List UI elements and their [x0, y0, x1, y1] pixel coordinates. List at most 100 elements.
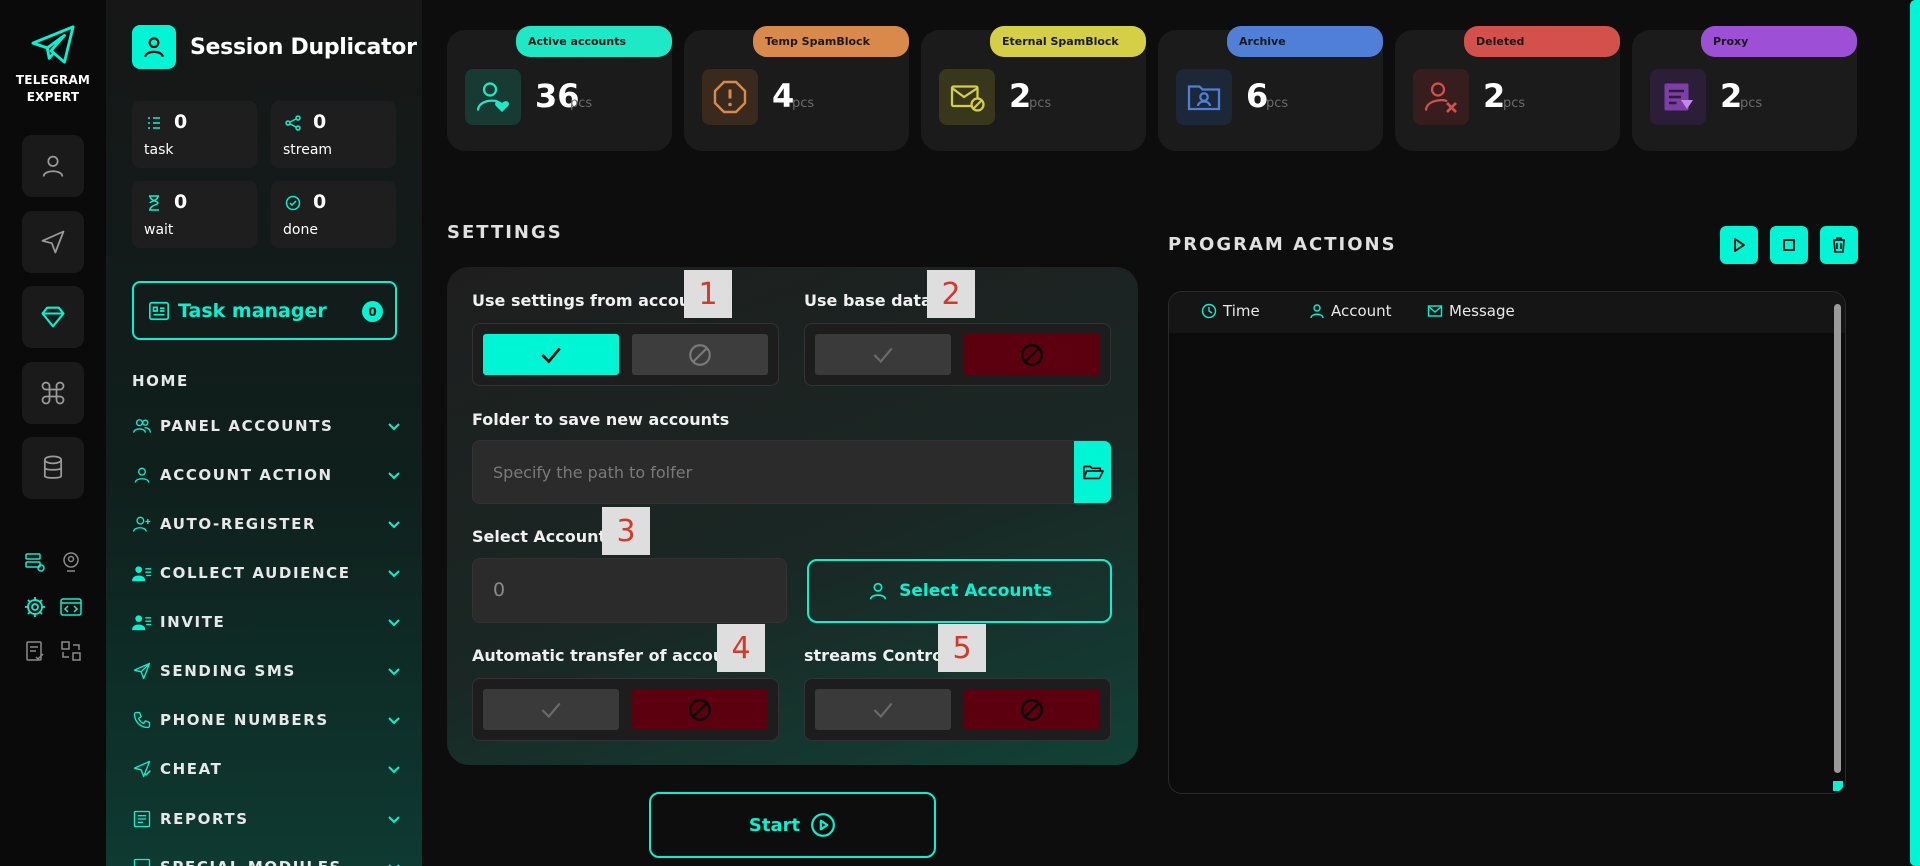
stat-card-active[interactable]: Active accounts 36 pcs — [447, 26, 672, 151]
rail-item-accounts[interactable] — [22, 135, 84, 197]
streams-control-no-button[interactable] — [964, 689, 1100, 730]
module-icon — [133, 858, 151, 866]
hourglass-icon — [149, 195, 159, 211]
nav-item-sending-sms[interactable]: SENDING SMS — [132, 656, 402, 686]
card-icon-wrap — [1413, 69, 1469, 125]
send-icon — [41, 230, 65, 254]
nav-item-panel-accounts[interactable]: PANEL ACCOUNTS — [132, 411, 402, 441]
column-message[interactable]: Message — [1427, 302, 1515, 320]
card-value: 6 — [1246, 77, 1269, 115]
folder-open-icon — [1082, 465, 1104, 480]
card-value: 2 — [1720, 77, 1743, 115]
nav-item-phone-numbers[interactable]: PHONE NUMBERS — [132, 705, 402, 735]
streams-control-toggle — [804, 678, 1111, 741]
rail-item-command[interactable] — [22, 362, 84, 424]
use-settings-yes-button[interactable] — [483, 334, 619, 375]
auto-transfer-no-button[interactable] — [632, 689, 768, 730]
card-label: Proxy — [1701, 26, 1857, 57]
user-list-icon — [132, 615, 152, 631]
nav-home[interactable]: HOME — [132, 372, 189, 390]
auto-transfer-label: Automatic transfer of accounts — [472, 646, 753, 665]
stat-label: task — [144, 142, 174, 158]
stop-button[interactable] — [1770, 226, 1808, 264]
streams-control-label: streams Control — [804, 646, 949, 665]
task-manager-count: 0 — [362, 301, 383, 322]
start-button[interactable]: Start — [649, 792, 936, 858]
nav-label: INVITE — [160, 613, 226, 631]
stat-card-eternal-spamblock[interactable]: Eternal SpamBlock 2 pcs — [921, 26, 1146, 151]
rail-item-database[interactable] — [22, 437, 84, 499]
warning-octagon-icon — [713, 80, 747, 114]
clear-log-button[interactable] — [1820, 226, 1858, 264]
use-settings-no-button[interactable] — [632, 334, 768, 375]
annotation-marker-3: 3 — [602, 507, 650, 555]
rail-mini-user-pin[interactable] — [58, 549, 84, 575]
block-icon — [1021, 698, 1043, 721]
database-icon — [43, 455, 63, 479]
rail-item-diamond[interactable] — [22, 286, 84, 348]
stat-task: 0 task — [132, 101, 257, 168]
nav-label: SPECIAL MODULES — [160, 858, 342, 866]
card-label: Eternal SpamBlock — [990, 26, 1146, 57]
card-value: 2 — [1483, 77, 1506, 115]
log-scrollbar[interactable] — [1834, 304, 1841, 773]
nav-item-invite[interactable]: INVITE — [132, 607, 402, 637]
rail-mini-code[interactable] — [58, 594, 84, 620]
use-base-toggle — [804, 323, 1111, 386]
card-unit: pcs — [1029, 96, 1052, 111]
browse-folder-button[interactable] — [1074, 441, 1111, 503]
stat-card-archive[interactable]: Archive 6 pcs — [1158, 26, 1383, 151]
user-heart-icon — [476, 82, 509, 112]
nav-item-account-action[interactable]: ACCOUNT ACTION — [132, 460, 402, 490]
select-accounts-button[interactable]: Select Accounts — [807, 559, 1112, 623]
use-base-yes-button[interactable] — [815, 334, 951, 375]
nav-item-cheat[interactable]: CHEAT — [132, 754, 402, 784]
check-circle-icon — [285, 195, 301, 211]
user-icon — [1310, 304, 1324, 319]
auto-transfer-yes-button[interactable] — [483, 689, 619, 730]
avatar — [132, 25, 176, 69]
rail-mini-servers[interactable] — [22, 549, 48, 575]
card-unit: pcs — [1740, 96, 1763, 111]
nav-item-special-modules[interactable]: SPECIAL MODULES — [132, 852, 402, 866]
rail-mini-checklist[interactable] — [22, 638, 48, 664]
stat-value: 0 — [313, 111, 327, 133]
stat-value: 0 — [174, 111, 188, 133]
streams-control-yes-button[interactable] — [815, 689, 951, 730]
stat-card-temp-spamblock[interactable]: Temp SpamBlock 4 pcs — [684, 26, 909, 151]
nav-item-collect-audience[interactable]: COLLECT AUDIENCE — [132, 558, 402, 588]
chevron-down-icon — [388, 423, 400, 431]
resize-handle[interactable] — [1833, 781, 1843, 791]
folder-label: Folder to save new accounts — [472, 410, 730, 429]
settings-title: SETTINGS — [447, 222, 563, 243]
stat-label: wait — [144, 222, 174, 238]
app-logo: TELEGRAM EXPERT — [0, 24, 106, 106]
card-unit: pcs — [1266, 96, 1289, 111]
card-unit: pcs — [792, 96, 815, 111]
chevron-down-icon — [388, 472, 400, 480]
rail-mini-settings[interactable] — [22, 594, 48, 620]
stat-stream: 0 stream — [271, 101, 396, 168]
stat-card-proxy[interactable]: Proxy 2 pcs — [1632, 26, 1857, 151]
card-icon-wrap — [702, 69, 758, 125]
sidebar-header: Session Duplicator — [132, 25, 417, 69]
gear-icon — [25, 597, 45, 617]
user-icon — [42, 155, 64, 177]
command-icon — [41, 381, 65, 405]
use-base-no-button[interactable] — [964, 334, 1100, 375]
block-icon — [1021, 343, 1043, 366]
play-button[interactable] — [1720, 226, 1758, 264]
column-time[interactable]: Time — [1201, 302, 1260, 320]
nav-item-auto-register[interactable]: AUTO-REGISTER — [132, 509, 402, 539]
stat-card-deleted[interactable]: Deleted 2 pcs — [1395, 26, 1620, 151]
task-manager-button[interactable]: Task manager 0 — [132, 281, 397, 340]
rail-mini-transfer[interactable] — [58, 638, 84, 664]
nav-item-reports[interactable]: REPORTS — [132, 804, 402, 834]
folder-path-input[interactable] — [473, 441, 1075, 503]
card-value: 2 — [1009, 77, 1032, 115]
card-label: Archive — [1227, 26, 1383, 57]
stat-label: done — [283, 222, 318, 238]
card-unit: pcs — [570, 96, 593, 111]
rail-item-send[interactable] — [22, 211, 84, 273]
column-account[interactable]: Account — [1309, 302, 1392, 320]
